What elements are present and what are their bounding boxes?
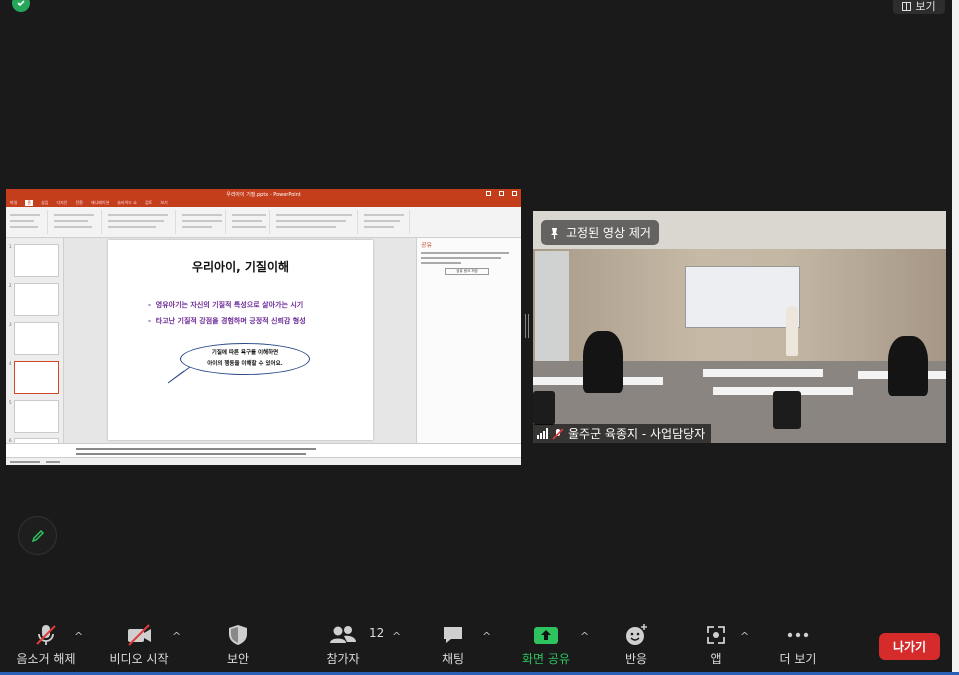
apps-button[interactable]: 앱: [704, 620, 728, 670]
signal-strength-icon: [537, 428, 548, 439]
ppt-tab: 삽입: [41, 200, 49, 205]
video-projector-screen: [685, 266, 800, 328]
share-pane: 공유 공유 링크 저장: [416, 238, 521, 457]
chat-options-caret-icon[interactable]: ^: [482, 630, 491, 643]
slide-thumbnail-selected: [14, 361, 59, 394]
emoji-icon: [626, 624, 647, 645]
slide-title: 우리아이, 기질이해: [191, 260, 290, 274]
ppt-ribbon-tabs: 파일 홈 삽입 디자인 전환 애니메이션 슬라이드 쇼 검토 보기: [6, 199, 521, 207]
bubble-line: 기질에 따른 욕구를 이해하면: [211, 350, 279, 356]
chat-button[interactable]: 채팅: [436, 620, 470, 670]
view-label: 보기: [915, 0, 936, 13]
ppt-status-bar: [6, 457, 521, 465]
more-button[interactable]: 더 보기: [776, 620, 820, 670]
resize-handle[interactable]: [525, 314, 529, 338]
close-icon: [512, 191, 517, 196]
meeting-toolbar: 음소거 해제 ^ 비디오 시작 ^ 보안 12 참가자 ^ 채팅 ^ 화면 공유: [0, 620, 952, 672]
ppt-tab: 애니메이션: [90, 200, 110, 205]
grid-icon: [902, 1, 912, 11]
shield-icon: [229, 625, 247, 645]
participants-options-caret-icon[interactable]: ^: [392, 630, 401, 643]
ppt-tab: 디자인: [56, 200, 68, 205]
ppt-window-title: 우리아이 기질.pptx - PowerPoint: [226, 191, 301, 198]
participants-count: 12: [369, 626, 385, 640]
remove-pin-button[interactable]: 고정된 영상 제거: [541, 220, 659, 245]
share-pane-text: [421, 252, 516, 264]
share-link-button: 공유 링크 저장: [445, 268, 489, 275]
mic-muted-icon: [552, 427, 564, 440]
bubble-tail-icon: [167, 366, 191, 384]
slide-notes: [6, 443, 521, 457]
share-pane-title: 공유: [421, 242, 433, 249]
unmute-button[interactable]: 음소거 해제: [10, 620, 82, 670]
bubble-line: 아이의 행동을 이해할 수 있어요.: [207, 361, 283, 367]
remove-pin-label: 고정된 영상 제거: [566, 226, 651, 240]
ppt-tab: 검토: [144, 200, 153, 205]
slide-thumbnails: 1 2 3 4 5 6: [6, 238, 64, 457]
reactions-button[interactable]: 반응: [620, 620, 652, 670]
security-label: 보안: [226, 652, 250, 666]
slide-thumbnail: [14, 244, 59, 277]
participants-button[interactable]: 12 참가자: [318, 620, 384, 670]
apps-icon: [707, 626, 725, 644]
maximize-icon: [499, 191, 504, 196]
slide-thumbnail: [14, 322, 59, 355]
reactions-label: 반응: [624, 652, 648, 666]
minimize-icon: [486, 191, 491, 196]
shared-screen: 우리아이 기질.pptx - PowerPoint 파일 홈 삽입 디자인 전환…: [6, 189, 521, 465]
ppt-tab: 보기: [160, 200, 168, 205]
slide-bullet: - 타고난 기질적 강점을 경험하며 긍정적 신뢰감 형성: [148, 317, 306, 325]
participant-name-tag: 울주군 육종지 - 사업담당자: [533, 424, 712, 443]
leave-button[interactable]: 나가기: [879, 633, 940, 660]
video-attendee: [888, 336, 928, 396]
ppt-tab: 홈: [25, 200, 34, 206]
mic-muted-icon: [36, 625, 56, 645]
apps-label: 앱: [710, 652, 722, 666]
chat-label: 채팅: [441, 652, 465, 666]
pinned-video[interactable]: 고정된 영상 제거 울주군 육종지 - 사업담당자: [533, 211, 946, 443]
more-label: 더 보기: [779, 652, 817, 666]
video-chair: [773, 391, 801, 429]
view-button[interactable]: 보기: [893, 0, 945, 14]
start-video-label: 비디오 시작: [109, 652, 169, 666]
video-desk: [703, 369, 823, 377]
video-presenter: [786, 306, 798, 356]
participant-name: 울주군 육종지 - 사업담당자: [568, 427, 706, 441]
ppt-tab: 파일: [10, 200, 18, 205]
more-icon: [787, 632, 809, 638]
apps-options-caret-icon[interactable]: ^: [740, 630, 749, 643]
ppt-workspace: 1 2 3 4 5 6 우리아이, 기질이해 - 영유아기는 자신의 기질적 특…: [6, 238, 521, 457]
slide-bullet: - 영유아기는 자신의 기질적 특성으로 살아가는 시기: [148, 301, 304, 309]
ppt-tab: 슬라이드 쇼: [117, 200, 137, 205]
ppt-title-bar: 우리아이 기질.pptx - PowerPoint: [6, 189, 521, 199]
share-options-caret-icon[interactable]: ^: [580, 630, 589, 643]
video-options-caret-icon[interactable]: ^: [172, 630, 181, 643]
ppt-tab: 전환: [75, 200, 83, 205]
share-screen-label: 화면 공유: [522, 652, 570, 666]
unmute-label: 음소거 해제: [16, 652, 76, 666]
right-edge: [952, 0, 959, 675]
security-shield-icon[interactable]: [12, 0, 30, 12]
participants-icon: [330, 626, 356, 643]
video-attendee: [583, 331, 623, 393]
participants-label: 참가자: [326, 652, 360, 666]
security-button[interactable]: 보안: [218, 620, 258, 670]
share-screen-button[interactable]: 화면 공유: [516, 620, 576, 670]
slide-thumbnail: [14, 283, 59, 316]
video-off-icon: [128, 624, 151, 646]
pen-icon: [31, 529, 44, 542]
pin-icon: [551, 227, 558, 239]
share-screen-icon: [534, 627, 558, 644]
current-slide: 우리아이, 기질이해 - 영유아기는 자신의 기질적 특성으로 살아가는 시기 …: [108, 240, 373, 440]
chat-icon: [444, 627, 462, 643]
start-video-button[interactable]: 비디오 시작: [104, 620, 174, 670]
slide-thumbnail: [14, 400, 59, 433]
annotate-button[interactable]: [18, 516, 57, 555]
ppt-ribbon: [6, 207, 521, 238]
audio-options-caret-icon[interactable]: ^: [74, 630, 83, 643]
speech-bubble: 기질에 따른 욕구를 이해하면 아이의 행동을 이해할 수 있어요.: [180, 343, 310, 375]
video-chair: [533, 391, 555, 425]
